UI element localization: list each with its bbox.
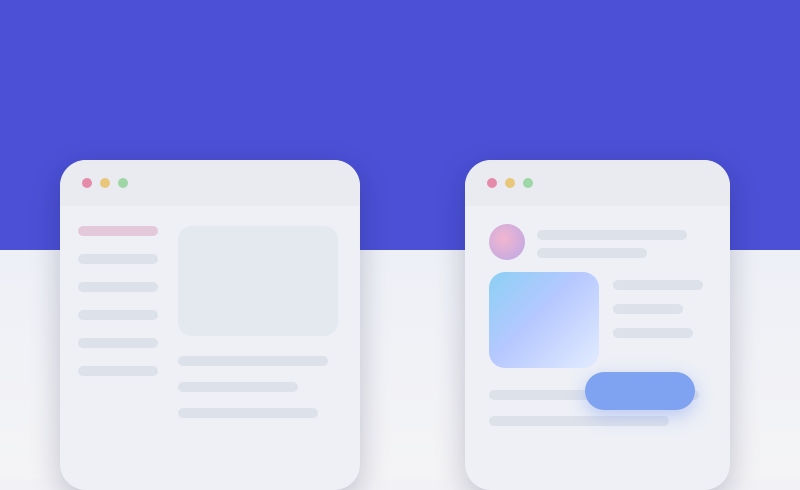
sidebar bbox=[78, 226, 158, 416]
content-line bbox=[489, 416, 669, 426]
sidebar-item[interactable] bbox=[78, 310, 158, 320]
close-dot-icon[interactable] bbox=[487, 178, 497, 188]
content-line bbox=[178, 356, 328, 366]
app-preview-card-left bbox=[60, 160, 360, 490]
sidebar-item[interactable] bbox=[78, 338, 158, 348]
primary-action-label bbox=[585, 372, 695, 410]
content-line bbox=[613, 280, 703, 290]
minimize-dot-icon[interactable] bbox=[100, 178, 110, 188]
profile-detail-line bbox=[537, 248, 647, 258]
sidebar-item[interactable] bbox=[78, 282, 158, 292]
media-tile[interactable] bbox=[489, 272, 599, 368]
sidebar-item[interactable] bbox=[78, 226, 158, 236]
window-titlebar bbox=[465, 160, 730, 206]
content-line bbox=[613, 328, 693, 338]
content-line bbox=[613, 304, 683, 314]
window-titlebar bbox=[60, 160, 360, 206]
content-line bbox=[178, 382, 298, 392]
minimize-dot-icon[interactable] bbox=[505, 178, 515, 188]
maximize-dot-icon[interactable] bbox=[523, 178, 533, 188]
profile-name-line bbox=[537, 230, 687, 240]
sidebar-item[interactable] bbox=[78, 254, 158, 264]
sidebar-item[interactable] bbox=[78, 366, 158, 376]
content-line bbox=[178, 408, 318, 418]
avatar-icon bbox=[489, 224, 525, 260]
primary-action-button[interactable] bbox=[585, 372, 695, 410]
app-preview-card-right bbox=[465, 160, 730, 490]
maximize-dot-icon[interactable] bbox=[118, 178, 128, 188]
close-dot-icon[interactable] bbox=[82, 178, 92, 188]
content-panel bbox=[178, 226, 338, 336]
